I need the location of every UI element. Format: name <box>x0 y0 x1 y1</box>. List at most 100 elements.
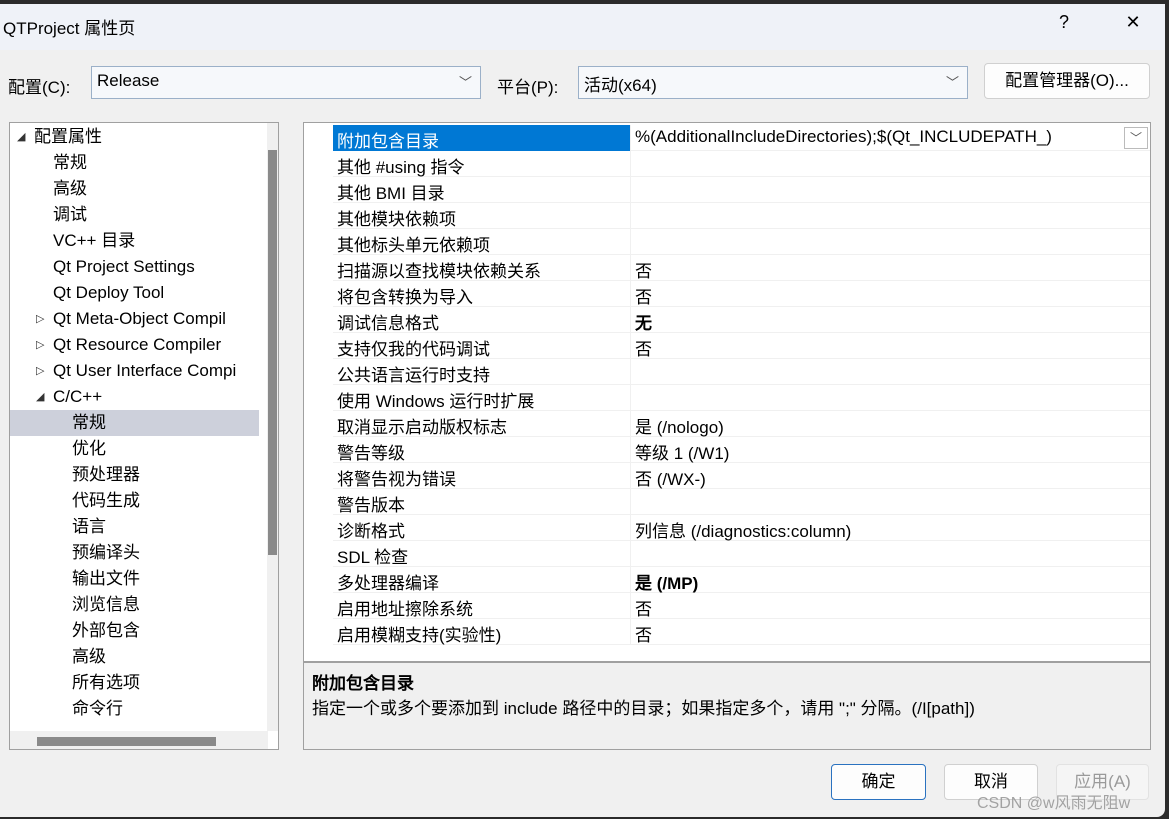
platform-value: 活动(x64) <box>584 76 657 95</box>
expand-arrow-icon[interactable]: ▷ <box>36 332 44 358</box>
tree-item-label: Qt Resource Compiler <box>53 335 222 354</box>
property-name: 将包含转换为导入 <box>337 288 473 307</box>
help-button[interactable]: ? <box>1049 12 1079 33</box>
tree-item[interactable]: 高级 <box>10 176 259 202</box>
property-row[interactable]: 附加包含目录 %(AdditionalIncludeDirectories);$(… <box>333 125 1150 151</box>
tree-item-label: 预编译头 <box>72 543 140 562</box>
property-tree[interactable]: ◢ 配置属性 常规 高级 调试 VC++ 目录 Qt Project Settings Qt … <box>9 122 279 750</box>
property-value[interactable]: 否 <box>635 621 652 646</box>
property-row[interactable]: 其他 #using 指令 <box>333 151 1150 177</box>
collapse-arrow-icon[interactable]: ◢ <box>17 124 25 150</box>
property-value[interactable]: %(AdditionalIncludeDirectories);$(Qt_INC… <box>635 127 1052 147</box>
tree-item[interactable]: ▷ Qt User Interface Compi <box>10 358 259 384</box>
property-value[interactable]: 是 (/nologo) <box>635 413 724 438</box>
property-value[interactable]: 否 (/WX-) <box>635 465 706 490</box>
tree-item[interactable]: 所有选项 <box>10 670 259 696</box>
window-title: QTProject 属性页 <box>3 19 136 38</box>
property-value[interactable]: 是 (/MP) <box>635 569 698 594</box>
tree-item[interactable]: 预编译头 <box>10 540 259 566</box>
tree-item[interactable]: 优化 <box>10 436 259 462</box>
property-row[interactable]: SDL 检查 <box>333 541 1150 567</box>
tree-item[interactable]: 代码生成 <box>10 488 259 514</box>
config-select[interactable]: Release ﹀ <box>91 66 481 99</box>
property-row[interactable]: 警告等级 等级 1 (/W1) <box>333 437 1150 463</box>
tree-item[interactable]: 输出文件 <box>10 566 259 592</box>
property-value[interactable]: 否 <box>635 283 652 308</box>
tree-item-label: 配置属性 <box>34 127 102 146</box>
property-row[interactable]: 使用 Windows 运行时扩展 <box>333 385 1150 411</box>
property-name: 多处理器编译 <box>337 574 439 593</box>
property-pages-dialog: QTProject 属性页 ? ✕ 配置(C): Release ﹀ 平台(P)… <box>0 4 1165 817</box>
tree-item[interactable]: 调试 <box>10 202 259 228</box>
property-name: 其他模块依赖项 <box>337 210 456 229</box>
property-row[interactable]: 诊断格式 列信息 (/diagnostics:column) <box>333 515 1150 541</box>
chevron-down-icon: ﹀ <box>945 75 959 90</box>
tree-item[interactable]: 语言 <box>10 514 259 540</box>
tree-item[interactable]: 命令行 <box>10 696 259 722</box>
tree-item[interactable]: ▷ Qt Meta-Object Compil <box>10 306 259 332</box>
property-row[interactable]: 将警告视为错误 否 (/WX-) <box>333 463 1150 489</box>
tree-item-label: C/C++ <box>53 387 103 406</box>
config-manager-button[interactable]: 配置管理器(O)... <box>984 63 1150 99</box>
property-row[interactable]: 其他 BMI 目录 <box>333 177 1150 203</box>
collapse-arrow-icon[interactable]: ◢ <box>36 384 44 410</box>
tree-item[interactable]: ◢ C/C++ <box>10 384 259 410</box>
tree-item[interactable]: Qt Project Settings <box>10 254 259 280</box>
tree-item[interactable]: 常规 <box>10 150 259 176</box>
close-button[interactable]: ✕ <box>1118 12 1148 33</box>
expand-arrow-icon[interactable]: ▷ <box>36 306 44 332</box>
property-name: 警告等级 <box>337 444 405 463</box>
tree-item[interactable]: 外部包含 <box>10 618 259 644</box>
property-row[interactable]: 取消显示启动版权标志 是 (/nologo) <box>333 411 1150 437</box>
property-value[interactable]: 否 <box>635 595 652 620</box>
tree-item[interactable]: ▷ Qt Resource Compiler <box>10 332 259 358</box>
property-row[interactable]: 警告版本 <box>333 489 1150 515</box>
ok-button[interactable]: 确定 <box>831 764 926 800</box>
platform-select[interactable]: 活动(x64) ﹀ <box>578 66 968 99</box>
tree-item-label: 常规 <box>53 153 87 172</box>
scroll-thumb[interactable] <box>37 737 216 746</box>
tree-item[interactable]: ◢ 配置属性 <box>10 124 259 150</box>
property-row[interactable]: 扫描源以查找模块依赖关系 否 <box>333 255 1150 281</box>
tree-item-label: 高级 <box>72 647 106 666</box>
property-row[interactable]: 其他标头单元依赖项 <box>333 229 1150 255</box>
property-row[interactable]: 支持仅我的代码调试 否 <box>333 333 1150 359</box>
property-value[interactable]: 等级 1 (/W1) <box>635 439 729 464</box>
tree-item-label: 语言 <box>72 517 106 536</box>
tree-item-label: 浏览信息 <box>72 595 140 614</box>
property-name: 启用地址擦除系统 <box>337 600 473 619</box>
property-name: 其他 #using 指令 <box>337 158 465 177</box>
tree-item-label: 高级 <box>53 179 87 198</box>
tree-item[interactable]: 常规 <box>10 410 259 436</box>
property-row[interactable]: 将包含转换为导入 否 <box>333 281 1150 307</box>
tree-item-label: Qt User Interface Compi <box>53 361 237 380</box>
tree-item-label: 外部包含 <box>72 621 140 640</box>
tree-item-label: VC++ 目录 <box>53 231 136 250</box>
description-panel: 附加包含目录 指定一个或多个要添加到 include 路径中的目录；如果指定多个… <box>303 662 1151 750</box>
chevron-down-icon[interactable]: ﹀ <box>1124 127 1148 149</box>
property-value[interactable]: 列信息 (/diagnostics:column) <box>635 517 851 542</box>
property-value[interactable]: 无 <box>635 309 652 334</box>
property-row[interactable]: 调试信息格式 无 <box>333 307 1150 333</box>
property-row[interactable]: 其他模块依赖项 <box>333 203 1150 229</box>
property-row[interactable]: 多处理器编译 是 (/MP) <box>333 567 1150 593</box>
tree-item[interactable]: Qt Deploy Tool <box>10 280 259 306</box>
property-row[interactable]: 公共语言运行时支持 <box>333 359 1150 385</box>
scroll-thumb[interactable] <box>268 150 277 555</box>
tree-vertical-scrollbar[interactable] <box>267 123 278 731</box>
tree-horizontal-scrollbar[interactable] <box>10 731 268 749</box>
tree-item[interactable]: 高级 <box>10 644 259 670</box>
tree-item[interactable]: 浏览信息 <box>10 592 259 618</box>
property-name: 使用 Windows 运行时扩展 <box>337 392 535 411</box>
property-value[interactable]: 否 <box>635 335 652 360</box>
property-name: 启用模糊支持(实验性) <box>337 626 502 645</box>
tree-item[interactable]: 预处理器 <box>10 462 259 488</box>
property-name: 将警告视为错误 <box>337 470 456 489</box>
property-grid[interactable]: 附加包含目录 %(AdditionalIncludeDirectories);$(… <box>303 122 1151 662</box>
tree-item[interactable]: VC++ 目录 <box>10 228 259 254</box>
expand-arrow-icon[interactable]: ▷ <box>36 358 44 384</box>
property-name: 公共语言运行时支持 <box>337 366 490 385</box>
property-value[interactable]: 否 <box>635 257 652 282</box>
property-row[interactable]: 启用地址擦除系统 否 <box>333 593 1150 619</box>
property-row[interactable]: 启用模糊支持(实验性) 否 <box>333 619 1150 645</box>
